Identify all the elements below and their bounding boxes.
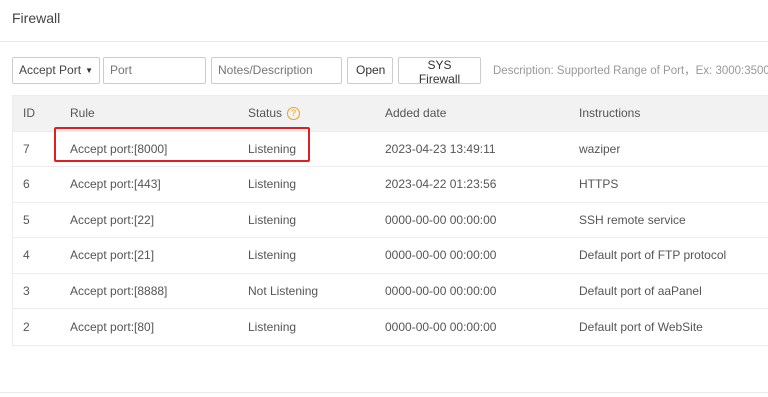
question-circle-icon[interactable]: ?	[287, 106, 301, 120]
header-status-label: Status	[248, 106, 283, 121]
cell-date: 2023-04-22 01:23:56	[385, 177, 497, 192]
cell-status: Listening	[248, 319, 297, 334]
cell-instructions: Default port of WebSite	[579, 319, 703, 334]
cell-date: 0000-00-00 00:00:00	[385, 248, 497, 263]
chevron-down-icon: ▼	[85, 65, 93, 75]
rule-type-select-value: Accept Port	[19, 63, 82, 77]
toolbar: Accept Port ▼ Open SYS Firewall Descript…	[12, 56, 768, 86]
cell-id: 3	[23, 283, 30, 298]
header-status: Status ?	[237, 106, 374, 120]
table-row: 3 Accept port:[8888] Not Listening 0000-…	[13, 274, 768, 309]
title-divider	[0, 41, 768, 42]
cell-date: 0000-00-00 00:00:00	[385, 319, 497, 334]
cell-id: 2	[23, 319, 30, 334]
cell-instructions: Default port of aaPanel	[579, 283, 702, 298]
cell-instructions: waziper	[579, 141, 621, 156]
firewall-rules-table: ID Rule Status ? Added date Instructions…	[12, 95, 768, 346]
port-input[interactable]	[103, 56, 206, 84]
cell-status: Listening	[248, 248, 297, 263]
port-range-description: Description: Supported Range of Port，Ex:…	[493, 65, 768, 77]
cell-instructions: Default port of FTP protocol	[579, 248, 727, 263]
header-added-date: Added date	[385, 106, 447, 121]
table-row: 7 Accept port:[8000] Listening 2023-04-2…	[13, 132, 768, 167]
cell-status: Listening	[248, 177, 297, 192]
cell-instructions: HTTPS	[579, 177, 619, 192]
cell-date: 2023-04-23 13:49:11	[385, 141, 496, 156]
header-rule: Rule	[70, 106, 95, 121]
cell-rule: Accept port:[80]	[70, 319, 155, 334]
cell-id: 7	[23, 141, 30, 156]
header-instructions: Instructions	[579, 106, 641, 121]
cell-id: 4	[23, 248, 30, 263]
cell-date: 0000-00-00 00:00:00	[385, 283, 497, 298]
cell-rule: Accept port:[22]	[70, 212, 155, 227]
cell-id: 6	[23, 177, 30, 192]
header-id: ID	[23, 106, 35, 121]
cell-status: Not Listening	[248, 283, 319, 298]
table-header: ID Rule Status ? Added date Instructions	[13, 96, 768, 132]
cell-rule: Accept port:[8888]	[70, 283, 168, 298]
table-row: 5 Accept port:[22] Listening 0000-00-00 …	[13, 203, 768, 238]
cell-date: 0000-00-00 00:00:00	[385, 212, 497, 227]
notes-input[interactable]	[211, 56, 342, 84]
bottom-divider	[0, 392, 768, 393]
table-row: 4 Accept port:[21] Listening 0000-00-00 …	[13, 238, 768, 274]
rule-type-select[interactable]: Accept Port ▼	[12, 56, 100, 84]
cell-instructions: SSH remote service	[579, 212, 686, 227]
cell-rule: Accept port:[443]	[70, 177, 161, 192]
sys-firewall-button[interactable]: SYS Firewall	[398, 56, 481, 86]
cell-status: Listening	[248, 212, 297, 227]
open-button[interactable]: Open	[347, 56, 393, 84]
cell-rule: Accept port:[8000]	[70, 141, 168, 156]
table-row: 2 Accept port:[80] Listening 0000-00-00 …	[13, 309, 768, 345]
cell-status: Listening	[248, 141, 297, 156]
page-title: Firewall	[12, 10, 61, 26]
cell-id: 5	[23, 212, 30, 227]
cell-rule: Accept port:[21]	[70, 248, 155, 263]
table-row: 6 Accept port:[443] Listening 2023-04-22…	[13, 167, 768, 203]
